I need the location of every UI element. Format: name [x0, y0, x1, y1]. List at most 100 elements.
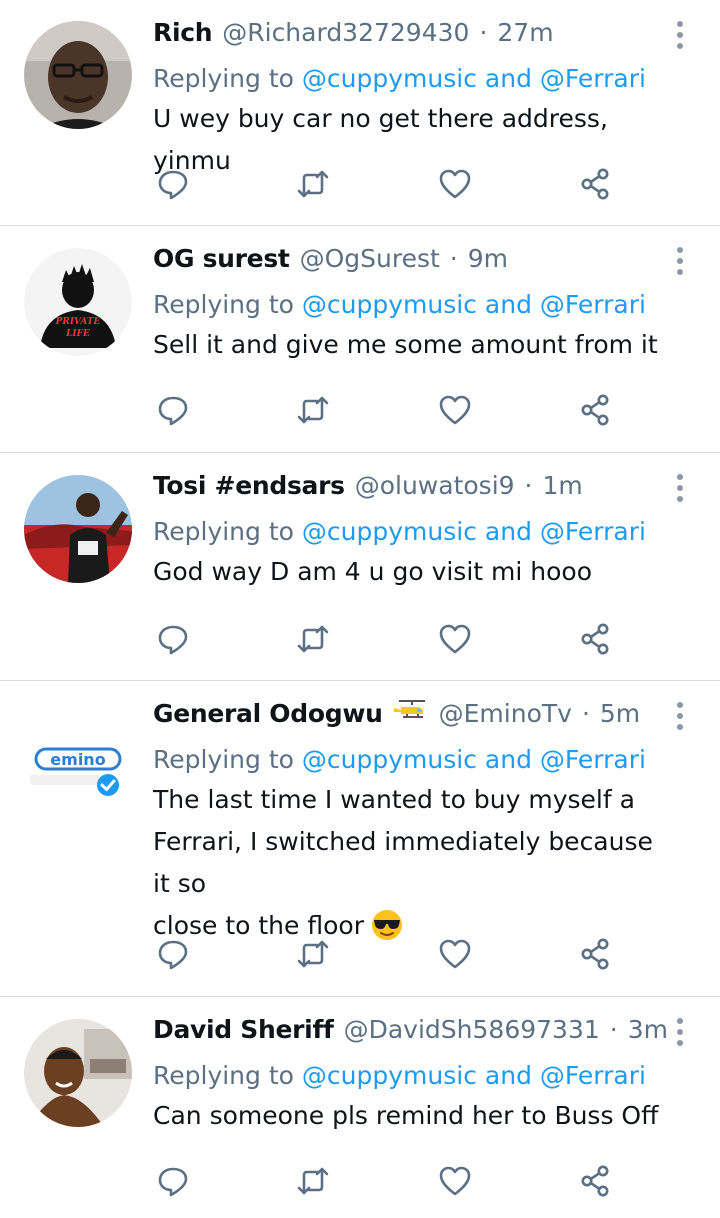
mention-link[interactable]: @cuppymusic [302, 745, 477, 774]
tweet[interactable]: Tosi #endsars @oluwatosi9 · 1m Replying … [0, 453, 720, 681]
replying-to-label: Replying to [153, 745, 294, 774]
tweet[interactable]: Rich @Richard32729430 · 27m Replying to … [0, 0, 720, 226]
separator: · [581, 699, 590, 728]
avatar[interactable] [24, 1019, 132, 1127]
and-label: and [484, 64, 532, 93]
timestamp[interactable]: 5m [600, 697, 640, 731]
avatar-text: PRIVATE [55, 317, 101, 327]
author-handle[interactable]: @OgSurest [300, 242, 440, 276]
author-name[interactable]: David Sheriff [153, 1013, 334, 1047]
tweet-content: OG surest @OgSurest · 9m Replying to @cu… [153, 242, 668, 366]
replying-to: Replying to @cuppymusic and @Ferrari [153, 515, 668, 549]
tweet-text: Sell it and give me some amount from it [153, 330, 658, 359]
replying-to-label: Replying to [153, 517, 294, 546]
helicopter-emoji [393, 700, 425, 718]
mention-link[interactable]: @cuppymusic [302, 290, 477, 319]
retweet-icon[interactable] [295, 1163, 331, 1199]
more-icon[interactable] [670, 699, 690, 733]
heart-icon[interactable] [437, 392, 473, 428]
share-icon[interactable] [577, 621, 613, 657]
author-name[interactable]: General Odogwu [153, 697, 383, 731]
avatar[interactable]: PRIVATE LIFE [24, 248, 132, 356]
share-icon[interactable] [577, 936, 613, 972]
reply-icon[interactable] [155, 621, 191, 657]
separator: · [609, 1015, 618, 1044]
tweet-actions [155, 392, 615, 432]
timestamp[interactable]: 3m [628, 1013, 668, 1047]
mention-link[interactable]: @Ferrari [540, 1061, 646, 1090]
more-icon[interactable] [670, 471, 690, 505]
and-label: and [484, 290, 532, 319]
separator: · [479, 18, 488, 47]
retweet-icon[interactable] [295, 166, 331, 202]
heart-icon[interactable] [437, 1163, 473, 1199]
and-label: and [484, 745, 532, 774]
tweet-actions [155, 936, 615, 976]
tweet-header: OG surest @OgSurest · 9m [153, 242, 668, 276]
tweet-header: Tosi #endsars @oluwatosi9 · 1m [153, 469, 668, 503]
tweet[interactable]: emino General Odogwu @EminoTv · 5m Reply… [0, 681, 720, 997]
heart-icon[interactable] [437, 936, 473, 972]
author-handle[interactable]: @DavidSh58697331 [344, 1013, 600, 1047]
author-handle[interactable]: @Richard32729430 [222, 16, 469, 50]
tweet-content: David Sheriff @DavidSh58697331 · 3m Repl… [153, 1013, 668, 1137]
mention-link[interactable]: @Ferrari [540, 745, 646, 774]
avatar[interactable]: emino [24, 703, 132, 811]
tweet-content: Tosi #endsars @oluwatosi9 · 1m Replying … [153, 469, 668, 593]
author-name[interactable]: Tosi #endsars [153, 469, 345, 503]
reply-feed: Rich @Richard32729430 · 27m Replying to … [0, 0, 720, 1218]
tweet-header: David Sheriff @DavidSh58697331 · 3m [153, 1013, 668, 1047]
tweet-header: General Odogwu @EminoTv · 5m [153, 697, 668, 731]
mention-link[interactable]: @Ferrari [540, 290, 646, 319]
mention-link[interactable]: @Ferrari [540, 517, 646, 546]
and-label: and [484, 1061, 532, 1090]
timestamp[interactable]: 1m [543, 469, 583, 503]
separator: · [524, 471, 533, 500]
author-name[interactable]: OG surest [153, 242, 290, 276]
heart-icon[interactable] [437, 166, 473, 202]
tweet-actions [155, 166, 615, 206]
replying-to-label: Replying to [153, 1061, 294, 1090]
retweet-icon[interactable] [295, 621, 331, 657]
share-icon[interactable] [577, 166, 613, 202]
more-icon[interactable] [670, 18, 690, 52]
reply-icon[interactable] [155, 392, 191, 428]
replying-to: Replying to @cuppymusic and @Ferrari [153, 1059, 668, 1093]
author-handle[interactable]: @EminoTv [439, 697, 572, 731]
tweet-text-line: The last time I wanted to buy myself a [153, 785, 635, 814]
replying-to-label: Replying to [153, 290, 294, 319]
tweet[interactable]: David Sheriff @DavidSh58697331 · 3m Repl… [0, 997, 720, 1218]
tweet-text-line: Ferrari, I switched immediately because … [153, 827, 653, 898]
avatar[interactable] [24, 475, 132, 583]
tweet[interactable]: PRIVATE LIFE OG surest @OgSurest · 9m Re… [0, 226, 720, 453]
avatar[interactable] [24, 21, 132, 129]
share-icon[interactable] [577, 392, 613, 428]
replying-to-label: Replying to [153, 64, 294, 93]
more-icon[interactable] [670, 1015, 690, 1049]
reply-icon[interactable] [155, 936, 191, 972]
separator: · [449, 244, 458, 273]
timestamp[interactable]: 9m [468, 242, 508, 276]
timestamp[interactable]: 27m [497, 16, 553, 50]
tweet-header: Rich @Richard32729430 · 27m [153, 16, 668, 50]
tweet-actions [155, 1163, 615, 1203]
mention-link[interactable]: @cuppymusic [302, 1061, 477, 1090]
mention-link[interactable]: @cuppymusic [302, 64, 477, 93]
author-handle[interactable]: @oluwatosi9 [355, 469, 515, 503]
and-label: and [484, 517, 532, 546]
replying-to: Replying to @cuppymusic and @Ferrari [153, 288, 668, 322]
tweet-content: Rich @Richard32729430 · 27m Replying to … [153, 16, 668, 182]
tweet-content: General Odogwu @EminoTv · 5m Replying to [153, 697, 668, 947]
more-icon[interactable] [670, 244, 690, 278]
avatar-text: emino [50, 750, 105, 769]
author-name[interactable]: Rich [153, 16, 213, 50]
retweet-icon[interactable] [295, 392, 331, 428]
mention-link[interactable]: @cuppymusic [302, 517, 477, 546]
share-icon[interactable] [577, 1163, 613, 1199]
retweet-icon[interactable] [295, 936, 331, 972]
heart-icon[interactable] [437, 621, 473, 657]
mention-link[interactable]: @Ferrari [540, 64, 646, 93]
reply-icon[interactable] [155, 166, 191, 202]
replying-to: Replying to @cuppymusic and @Ferrari [153, 62, 668, 96]
reply-icon[interactable] [155, 1163, 191, 1199]
